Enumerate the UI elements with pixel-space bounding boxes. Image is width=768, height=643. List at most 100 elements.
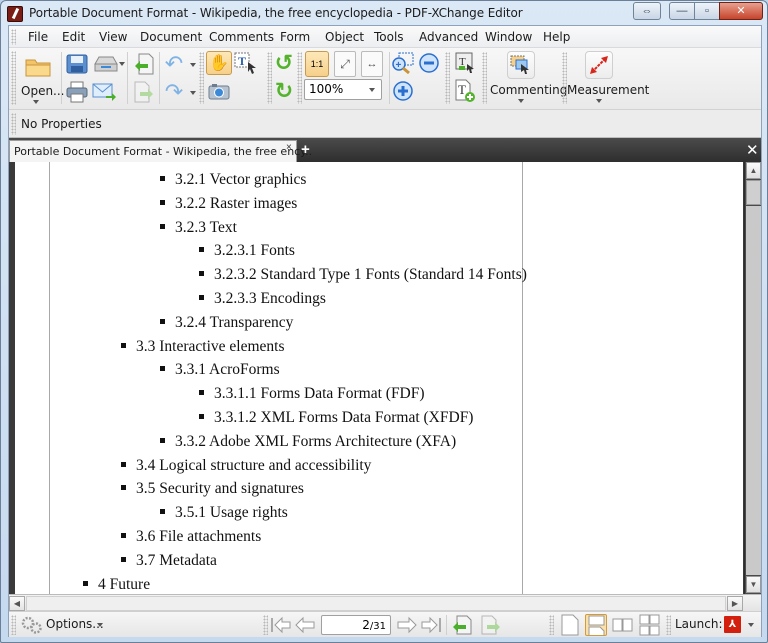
menu-tools[interactable]: Tools — [374, 30, 404, 44]
statusbar-grip[interactable] — [666, 615, 671, 635]
undo-dropdown-caret[interactable] — [190, 63, 196, 67]
pdf-app-icon[interactable]: ⅄ — [724, 616, 741, 633]
switch-window-button[interactable]: ⇔ — [633, 2, 661, 20]
statusbar-grip[interactable] — [11, 615, 16, 635]
toc-entry[interactable]: 3.2.1 Vector graphics — [160, 171, 306, 189]
zoom-out-button[interactable] — [416, 51, 442, 75]
new-tab-button[interactable]: + — [301, 142, 310, 157]
export-button[interactable] — [131, 80, 157, 104]
zoom-level-select[interactable]: 100% — [304, 79, 382, 100]
zoom-rectangle-button[interactable]: + — [390, 51, 416, 75]
measurement-dropdown-caret[interactable] — [596, 99, 602, 103]
menu-object[interactable]: Object — [325, 30, 364, 44]
continuous-layout-icon[interactable] — [585, 614, 607, 636]
horizontal-scroll-thumb[interactable] — [26, 596, 726, 611]
toc-entry[interactable]: 3.3.2 Adobe XML Forms Architecture (XFA) — [160, 433, 456, 451]
fit-width-button[interactable]: ↔ — [361, 51, 383, 77]
snapshot-button[interactable] — [206, 79, 232, 103]
menubar-grip[interactable] — [11, 29, 16, 45]
next-page-icon[interactable] — [396, 616, 418, 634]
vertical-scrollbar[interactable]: ▲ ▼ — [744, 162, 761, 594]
commenting-dropdown-caret[interactable] — [518, 99, 524, 103]
open-dropdown-caret[interactable] — [33, 100, 39, 104]
commenting-button[interactable] — [507, 51, 535, 79]
vertical-scroll-thumb[interactable] — [746, 180, 761, 205]
statusbar-grip[interactable] — [549, 615, 554, 635]
toolbar-grip[interactable] — [11, 51, 16, 105]
menu-view[interactable]: View — [99, 30, 127, 44]
undo-button[interactable]: ↶ — [161, 51, 187, 76]
toc-entry[interactable]: 3.4 Logical structure and accessibility — [121, 457, 371, 475]
facing-pages-layout-icon[interactable] — [612, 614, 634, 636]
document-tab[interactable]: Portable Document Format - Wikipedia, th… — [9, 140, 312, 162]
open-button[interactable] — [23, 52, 53, 80]
print-button[interactable] — [64, 80, 90, 104]
propbar-grip[interactable] — [11, 113, 16, 135]
scroll-left-button[interactable]: ◀ — [9, 596, 25, 611]
toolbar-grip[interactable] — [445, 52, 450, 104]
menu-document[interactable]: Document — [140, 30, 202, 44]
toc-entry[interactable]: 3.3 Interactive elements — [121, 338, 284, 356]
continuous-facing-layout-icon[interactable] — [639, 614, 661, 636]
options-dropdown-caret[interactable] — [97, 623, 103, 627]
save-button[interactable] — [64, 52, 90, 76]
toolbar-grip[interactable] — [199, 52, 204, 104]
statusbar-grip[interactable] — [263, 615, 268, 635]
vertical-scroll-track[interactable] — [746, 206, 761, 575]
scroll-right-button[interactable]: ▶ — [727, 596, 743, 611]
fit-page-button[interactable]: ⤢ — [334, 51, 356, 77]
first-page-icon[interactable] — [270, 616, 292, 634]
redo-button[interactable]: ↷ — [161, 79, 187, 104]
toc-entry[interactable]: 3.2.3.1 Fonts — [199, 242, 295, 260]
toc-entry[interactable]: 3.3.1.2 XML Forms Data Format (XFDF) — [199, 409, 473, 427]
toc-entry[interactable]: 3.6 File attachments — [121, 528, 261, 546]
redo-dropdown-caret[interactable] — [190, 91, 196, 95]
minimize-button[interactable]: — — [669, 2, 695, 20]
toc-entry[interactable]: 3.2.4 Transparency — [160, 314, 293, 332]
toc-entry[interactable]: 3.2.2 Raster images — [160, 195, 297, 213]
scroll-up-button[interactable]: ▲ — [746, 162, 761, 179]
options-menu[interactable]: Options... — [46, 617, 104, 631]
menu-form[interactable]: Form — [280, 30, 310, 44]
select-text-button[interactable]: T — [233, 51, 259, 75]
launch-dropdown-caret[interactable] — [748, 623, 754, 627]
toolbar-grip[interactable] — [482, 52, 487, 104]
scan-button[interactable] — [91, 52, 121, 76]
toc-entry[interactable]: 3.3.1.1 Forms Data Format (FDF) — [199, 385, 425, 403]
commenting-label[interactable]: Commenting — [490, 83, 567, 97]
toc-entry[interactable]: 3.7 Metadata — [121, 552, 217, 570]
rotate-counterclockwise-button[interactable]: ↺ — [271, 50, 297, 75]
open-label[interactable]: Open... — [21, 84, 65, 98]
toc-entry[interactable]: 3.2.3.2 Standard Type 1 Fonts (Standard … — [199, 266, 527, 284]
zoom-in-button[interactable] — [390, 79, 416, 103]
hand-tool-button[interactable]: ✋ — [206, 51, 232, 75]
add-text-button[interactable]: T — [452, 79, 478, 103]
maximize-button[interactable]: ▫ — [694, 2, 720, 20]
toc-entry[interactable]: 3.5 Security and signatures — [121, 480, 304, 498]
last-page-icon[interactable] — [420, 616, 442, 634]
toc-entry[interactable]: 3.3.1 AcroForms — [160, 361, 280, 379]
toolbar-grip[interactable] — [297, 52, 302, 104]
menu-edit[interactable]: Edit — [62, 30, 85, 44]
actual-size-button[interactable]: 1:1 — [305, 51, 329, 77]
typewriter-button[interactable]: T — [452, 51, 478, 75]
gears-icon[interactable] — [21, 616, 43, 634]
measurement-button[interactable] — [585, 51, 613, 79]
close-tab-icon[interactable]: × — [286, 142, 292, 153]
menu-window[interactable]: Window — [485, 30, 532, 44]
toc-entry[interactable]: 3.5.1 Usage rights — [160, 504, 288, 522]
measurement-label[interactable]: Measurement — [567, 83, 649, 97]
email-button[interactable] — [91, 80, 117, 104]
toc-entry[interactable]: 3.2.3.3 Encodings — [199, 290, 326, 308]
single-page-layout-icon[interactable] — [559, 614, 581, 636]
page-number-input[interactable]: 2/31 — [321, 615, 391, 635]
previous-view-icon[interactable] — [452, 615, 472, 635]
close-document-button[interactable]: ✕ — [746, 141, 759, 159]
toc-entry[interactable]: 4 Future — [83, 576, 150, 594]
document-viewport[interactable]: 3.2.1 Vector graphics 3.2.2 Raster images… — [9, 162, 761, 594]
previous-page-icon[interactable] — [294, 616, 316, 634]
menu-help[interactable]: Help — [543, 30, 570, 44]
rotate-clockwise-button[interactable]: ↻ — [271, 78, 297, 103]
import-button[interactable] — [131, 52, 157, 76]
toc-entry[interactable]: 3.2.3 Text — [160, 219, 237, 237]
